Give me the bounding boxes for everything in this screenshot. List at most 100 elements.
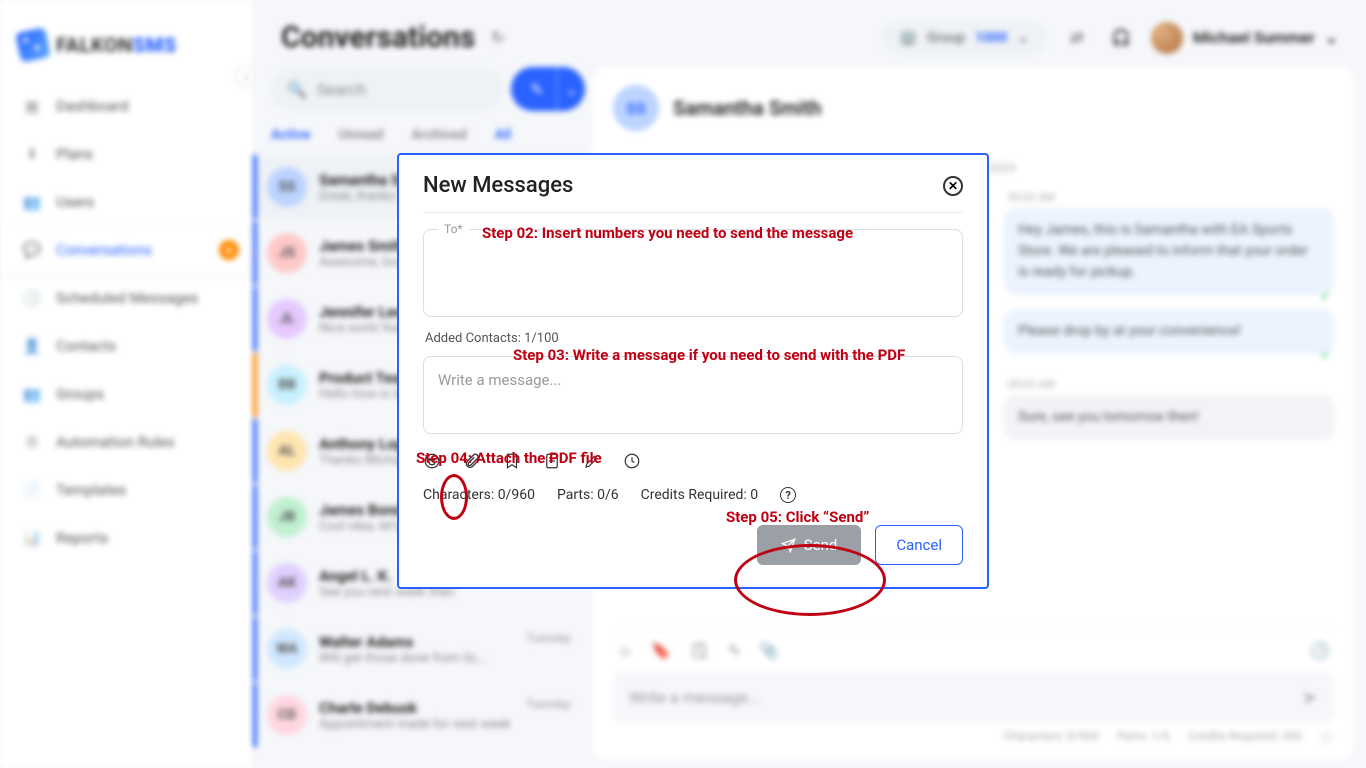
- modal-title: New Messages: [423, 173, 573, 198]
- search-icon: 🔍: [287, 80, 307, 99]
- bookmark-icon[interactable]: [503, 452, 521, 475]
- parts-counter: Parts: 1/6: [1117, 729, 1170, 746]
- template-icon[interactable]: [543, 452, 561, 475]
- nav-templates[interactable]: 📄Templates: [0, 466, 253, 514]
- tab-all[interactable]: All: [495, 127, 512, 143]
- credits-counter: Credits Required: 300: [1188, 729, 1302, 746]
- delivered-tick-icon: ✔: [1321, 348, 1330, 365]
- contact-avatar: SS: [267, 167, 307, 207]
- user-name: Michael Summer: [1193, 28, 1315, 47]
- conversation-item[interactable]: WA Walter AdamsWill get those done from l…: [253, 617, 585, 681]
- send-button[interactable]: Send: [757, 525, 862, 565]
- gear-icon: ⚙: [22, 432, 42, 452]
- building-icon: 🏢: [900, 30, 917, 46]
- groups-icon: 👥: [22, 384, 42, 404]
- new-message-modal: New Messages ✕ To* Added Contacts: 1/100…: [397, 153, 989, 589]
- search-input[interactable]: 🔍 Search: [271, 68, 503, 111]
- char-counter: Characters: 0/960: [1003, 729, 1099, 746]
- char-counter: Characters: 0/960: [423, 487, 535, 503]
- info-icon[interactable]: ?: [780, 487, 796, 503]
- contact-name: Charle Debusk: [319, 699, 514, 717]
- compose-button[interactable]: ✎: [511, 67, 563, 111]
- download-icon: ⬇: [22, 144, 42, 164]
- message-placeholder: Write a message...: [629, 688, 761, 707]
- send-icon[interactable]: ➤: [1301, 685, 1318, 709]
- emoji-icon[interactable]: ☺: [617, 641, 633, 661]
- bookmark-icon[interactable]: 🔖: [651, 641, 671, 661]
- message-field[interactable]: Write a message...: [423, 356, 963, 434]
- delivered-tick-icon: ✔: [1321, 289, 1330, 306]
- schedule-icon[interactable]: [623, 452, 641, 475]
- clock-icon[interactable]: 🕒: [1310, 641, 1330, 661]
- contact-avatar: AL: [267, 431, 307, 471]
- nav-label: Scheduled Messages: [56, 289, 198, 307]
- added-contacts-counter: Added Contacts: 1/100: [425, 331, 961, 346]
- nav-users[interactable]: 👥Users: [0, 178, 253, 226]
- avatar: [1151, 22, 1183, 54]
- message-preview: Will get those done from liz...: [319, 651, 514, 666]
- group-label: Group: [927, 30, 965, 46]
- chat-icon: 💬: [22, 240, 42, 260]
- send-label: Send: [804, 536, 838, 554]
- tab-archived[interactable]: Archived: [411, 127, 466, 143]
- nav-label: Reports: [56, 529, 108, 547]
- message-preview: Appointment made for next week: [319, 717, 514, 732]
- nav-label: Conversations: [56, 241, 152, 259]
- signature-icon[interactable]: [583, 452, 601, 475]
- compose-more-button[interactable]: ⌄: [557, 67, 585, 111]
- nav-reports[interactable]: 📊 Reports: [0, 514, 253, 562]
- tab-active[interactable]: Active: [271, 127, 310, 143]
- logo-text: FALKONSMS: [56, 33, 177, 57]
- close-button[interactable]: ✕: [943, 176, 963, 196]
- contact-avatar: JS: [267, 233, 307, 273]
- info-icon[interactable]: ⓘ: [1320, 729, 1332, 746]
- nav-scheduled[interactable]: 🕓 Scheduled Messages: [0, 274, 253, 322]
- nav-conversations[interactable]: 💬Conversations6: [0, 226, 261, 274]
- contact-avatar: CD: [267, 695, 307, 735]
- user-menu[interactable]: Michael Summer ⌄: [1151, 22, 1338, 54]
- group-selector[interactable]: 🏢 Group 1000 ⌄: [882, 22, 1047, 54]
- sidebar: FALKONSMS ‹ ▦Dashboard ⬇Plans 👥Users 💬Co…: [0, 0, 253, 768]
- headset-icon[interactable]: 🎧: [1107, 24, 1135, 52]
- contact-avatar: WA: [267, 629, 307, 669]
- nav-automation[interactable]: ⚙ Automation Rules: [0, 418, 253, 466]
- tab-unread[interactable]: Unread: [338, 127, 383, 143]
- chevron-down-icon: ⌄: [1325, 28, 1338, 47]
- report-icon: 📊: [22, 528, 42, 548]
- attachment-icon[interactable]: [463, 452, 481, 475]
- message-timestamp: 09:02 AM: [1004, 191, 1334, 204]
- logo-icon: [15, 27, 51, 63]
- contact-name: Samantha Smith: [673, 96, 822, 120]
- nav-dashboard[interactable]: ▦Dashboard: [0, 82, 253, 130]
- note-icon[interactable]: 🗒: [689, 641, 709, 661]
- contact-avatar: AK: [267, 563, 307, 603]
- credits-counter: Credits Required: 0: [641, 487, 759, 503]
- template-icon: 📄: [22, 480, 42, 500]
- contact-avatar: JB: [267, 497, 307, 537]
- clock-chat-icon: 🕓: [22, 288, 42, 308]
- nav-label: Automation Rules: [56, 433, 175, 451]
- emoji-icon[interactable]: [423, 452, 441, 475]
- nav-groups[interactable]: 👥Groups: [0, 370, 253, 418]
- share-icon[interactable]: ⇄: [1063, 24, 1091, 52]
- to-field[interactable]: To*: [423, 229, 963, 317]
- message-input[interactable]: Write a message... ➤: [613, 671, 1334, 723]
- refresh-icon[interactable]: ↻: [491, 28, 504, 47]
- page-title: Conversations: [281, 20, 475, 55]
- nav-label: Contacts: [56, 337, 116, 355]
- nav-plans[interactable]: ⬇ Plans: [0, 130, 253, 178]
- conversation-item[interactable]: CD Charle DebuskAppointment made for next…: [253, 683, 585, 747]
- nav-contacts[interactable]: 👤 Contacts: [0, 322, 253, 370]
- attachment-icon[interactable]: 📎: [759, 641, 779, 661]
- to-label: To*: [438, 222, 469, 236]
- contact-name: Walter Adams: [319, 633, 514, 651]
- cancel-button[interactable]: Cancel: [875, 525, 963, 565]
- chevron-down-icon: ⌄: [1017, 30, 1029, 46]
- contact-icon: 👤: [22, 336, 42, 356]
- message-day: Tuesday: [526, 697, 571, 711]
- nav-label: Plans: [56, 145, 93, 163]
- message-timestamp: 09:05 AM: [1004, 378, 1334, 391]
- signature-icon[interactable]: ✎: [728, 641, 741, 661]
- search-placeholder: Search: [317, 80, 366, 99]
- outgoing-message: Hey James, this is Samantha with EA Spor…: [1004, 208, 1334, 295]
